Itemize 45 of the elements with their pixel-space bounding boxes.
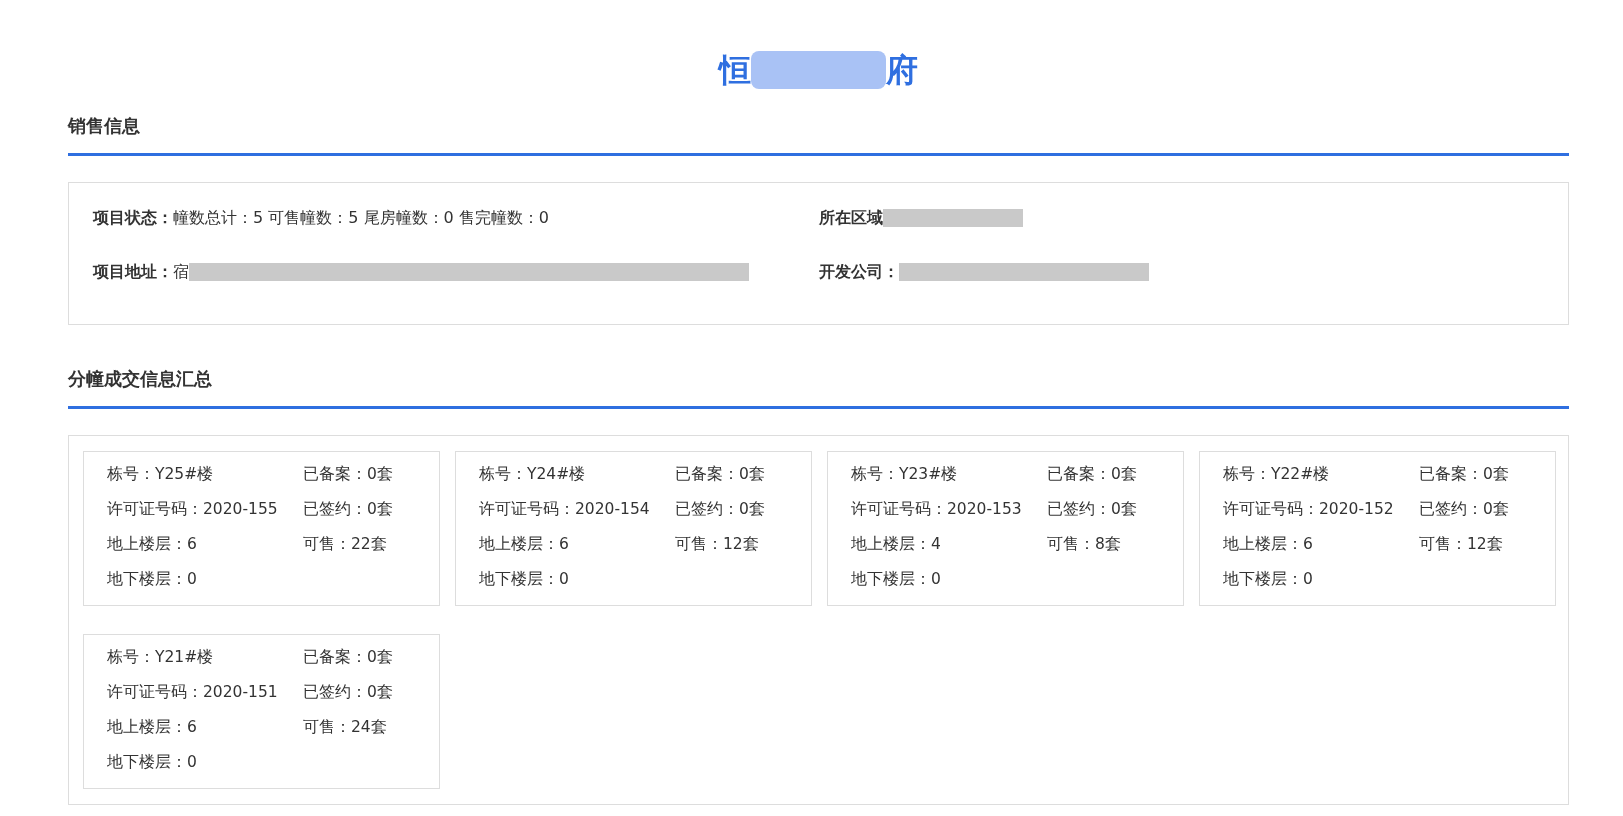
card-field: 地上楼层：6 [107, 713, 303, 748]
field-label: 项目状态： [93, 207, 173, 229]
card-field: 已备案：0套 [1047, 460, 1137, 495]
section-heading: 销售信息 [68, 112, 1569, 156]
card-field: 栋号：Y22#楼 [1223, 460, 1419, 495]
card-field: 已签约：0套 [1419, 495, 1509, 530]
card-field: 可售：12套 [1419, 530, 1509, 565]
card-field: 地上楼层：6 [107, 530, 303, 565]
card-field: 栋号：Y25#楼 [107, 460, 303, 495]
page-title: 府 [886, 50, 918, 91]
field-value: 幢数总计：5 可售幢数：5 尾房幢数：0 售完幢数：0 [173, 207, 549, 229]
card-field: 栋号：Y23#楼 [851, 460, 1047, 495]
card-field: 可售：22套 [303, 530, 393, 565]
section-heading: 分幢成交信息汇总 [68, 365, 1569, 409]
card-field: 地下楼层：0 [851, 565, 1047, 600]
field-label: 所在区域 [818, 207, 883, 229]
field-value: 宿 [173, 261, 189, 283]
card-field: 地下楼层：0 [479, 565, 675, 600]
card-field: 地上楼层：6 [479, 530, 675, 565]
card-field: 地下楼层：0 [1223, 565, 1419, 600]
card-field: 栋号：Y24#楼 [479, 460, 675, 495]
card-field: 已备案：0套 [1419, 460, 1509, 495]
card-field: 许可证号码：2020-151 [107, 678, 303, 713]
card-field: 已签约：0套 [1047, 495, 1137, 530]
card-field: 地下楼层：0 [107, 748, 303, 783]
card-field: 可售：12套 [675, 530, 765, 565]
card-field: 已签约：0套 [675, 495, 765, 530]
card-field: 地下楼层：0 [107, 565, 303, 600]
card-field: 已备案：0套 [303, 460, 393, 495]
page-title: 恒 [719, 50, 751, 91]
field-label: 开发公司： [818, 261, 899, 283]
card-field: 可售：24套 [303, 713, 393, 748]
card-field: 已备案：0套 [675, 460, 765, 495]
card-field: 地上楼层：6 [1223, 530, 1419, 565]
card-field: 许可证号码：2020-153 [851, 495, 1047, 530]
field-label: 项目地址： [93, 261, 173, 283]
card-field: 已签约：0套 [303, 678, 393, 713]
card-field: 已签约：0套 [303, 495, 393, 530]
card-field: 许可证号码：2020-155 [107, 495, 303, 530]
card-field: 许可证号码：2020-154 [479, 495, 675, 530]
card-field: 可售：8套 [1047, 530, 1137, 565]
card-field: 地上楼层：4 [851, 530, 1047, 565]
card-field: 许可证号码：2020-152 [1223, 495, 1419, 530]
card-field: 已备案：0套 [303, 643, 393, 678]
card-field: 栋号：Y21#楼 [107, 643, 303, 678]
